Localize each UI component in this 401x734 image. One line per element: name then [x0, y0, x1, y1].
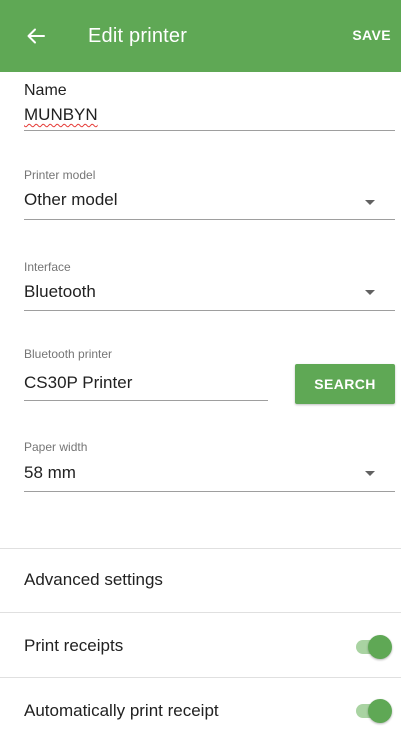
auto-print-receipt-toggle[interactable]	[354, 698, 392, 723]
toggle-thumb	[368, 699, 392, 723]
bluetooth-printer-label: Bluetooth printer	[24, 347, 113, 361]
chevron-down-icon	[365, 200, 375, 205]
print-receipts-label: Print receipts	[24, 636, 124, 655]
auto-print-receipt-label: Automatically print receipt	[24, 701, 219, 720]
printer-model-underline	[24, 219, 395, 220]
name-input[interactable]: MUNBYN	[24, 104, 98, 126]
edit-printer-screen: Edit printer SAVE Name MUNBYN Printer mo…	[0, 0, 401, 734]
paper-width-underline	[24, 491, 395, 492]
print-receipts-toggle[interactable]	[354, 634, 392, 659]
interface-underline	[24, 310, 395, 311]
bluetooth-printer-underline	[24, 400, 268, 401]
name-input-value: MUNBYN	[24, 105, 98, 124]
name-field-label: Name	[24, 82, 67, 99]
name-underline	[24, 130, 395, 131]
back-button[interactable]	[20, 20, 52, 52]
printer-model-value: Other model	[24, 190, 118, 209]
app-bar: Edit printer SAVE	[0, 0, 401, 72]
search-button[interactable]: SEARCH	[295, 364, 395, 404]
chevron-down-icon	[365, 471, 375, 476]
advanced-settings-label: Advanced settings	[24, 570, 163, 589]
chevron-down-icon	[365, 290, 375, 295]
divider	[0, 612, 401, 613]
divider	[0, 677, 401, 678]
toggle-thumb	[368, 635, 392, 659]
arrow-left-icon	[27, 28, 45, 44]
bluetooth-printer-input[interactable]: CS30P Printer	[24, 372, 268, 394]
save-button[interactable]: SAVE	[352, 27, 391, 43]
interface-value: Bluetooth	[24, 282, 96, 301]
page-title: Edit printer	[88, 25, 188, 47]
paper-width-value: 58 mm	[24, 463, 76, 482]
